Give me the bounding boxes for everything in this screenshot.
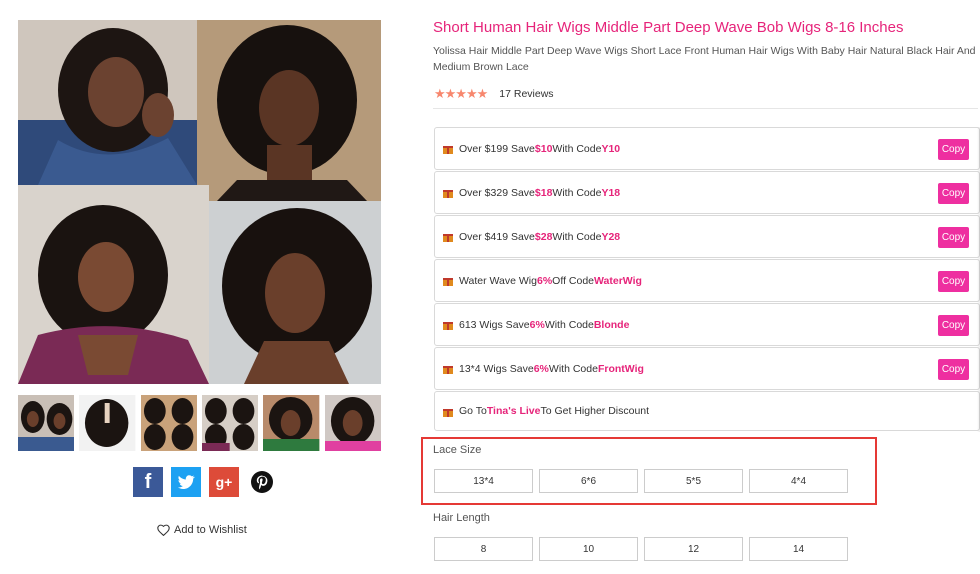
- heart-icon: [157, 524, 170, 536]
- photo-woman-purple-top: [18, 185, 209, 384]
- thumbnail-4[interactable]: [201, 395, 259, 451]
- live-promo-item: Go To Tina's Live To Get Higher Discount: [434, 391, 980, 431]
- coupon-amount: $28: [534, 230, 553, 243]
- lace-size-option[interactable]: 4*4: [749, 469, 848, 493]
- gift-icon: [443, 146, 453, 154]
- gift-icon: [443, 322, 453, 330]
- coupon-item: Over $199 Save $10 With Code Y10 Copy: [434, 127, 980, 170]
- thumbnail-3[interactable]: [140, 395, 197, 451]
- product-main-image[interactable]: [18, 20, 381, 384]
- google-plus-icon[interactable]: g+: [209, 467, 239, 497]
- reviews-link[interactable]: 17 Reviews: [499, 88, 553, 100]
- copy-code-button[interactable]: Copy: [938, 139, 969, 160]
- gift-icon: [443, 366, 453, 374]
- coupon-amount: $18: [534, 186, 553, 199]
- twitter-icon[interactable]: [171, 467, 201, 497]
- coupon-amount: 6%: [533, 362, 549, 375]
- coupon-code: Y10: [601, 142, 621, 155]
- rating-row: ★★★★★ 17 Reviews: [434, 86, 554, 102]
- coupon-text-pre: 13*4 Wigs Save: [459, 362, 534, 375]
- tinas-live-link[interactable]: Tina's Live: [487, 405, 541, 417]
- lace-size-option[interactable]: 13*4: [434, 469, 533, 493]
- coupon-text-mid: With Code: [552, 230, 602, 243]
- copy-code-button[interactable]: Copy: [938, 183, 969, 204]
- copy-code-button[interactable]: Copy: [938, 227, 969, 248]
- lace-size-option[interactable]: 5*5: [644, 469, 743, 493]
- coupon-item: Over $419 Save $28 With Code Y28 Copy: [434, 215, 980, 258]
- product-subtitle: Yolissa Hair Middle Part Deep Wave Wigs …: [433, 45, 976, 73]
- photo-woman-smiling-curls: [209, 201, 381, 384]
- coupon-amount: 6%: [536, 274, 553, 287]
- coupon-list: Over $199 Save $10 With Code Y10 Copy Ov…: [434, 127, 980, 432]
- coupon-item: 13*4 Wigs Save 6% With Code FrontWig Cop…: [434, 347, 980, 390]
- copy-code-button[interactable]: Copy: [938, 359, 969, 380]
- product-title: Short Human Hair Wigs Middle Part Deep W…: [433, 19, 904, 36]
- facebook-icon[interactable]: f: [133, 467, 163, 497]
- coupon-text-mid: With Code: [548, 362, 598, 375]
- photo-woman-black-dress: [197, 20, 381, 201]
- photo-woman-blue-sweater: [18, 20, 197, 185]
- thumbnail-1[interactable]: [18, 395, 75, 451]
- coupon-code: Blonde: [593, 318, 630, 331]
- add-to-wishlist-link[interactable]: Add to Wishlist: [157, 524, 247, 536]
- thumbnail-strip: [18, 395, 381, 451]
- coupon-amount: 6%: [529, 318, 545, 331]
- lace-size-option[interactable]: 6*6: [539, 469, 638, 493]
- gift-icon: [443, 408, 453, 417]
- coupon-text-mid: With Code: [552, 142, 602, 155]
- coupon-code: Y18: [601, 186, 621, 199]
- coupon-text-mid: With Code: [552, 186, 602, 199]
- coupon-text-pre: 613 Wigs Save: [459, 318, 530, 331]
- hair-length-option[interactable]: 14: [749, 537, 848, 561]
- coupon-text-mid: Off Code: [552, 274, 595, 287]
- divider: [433, 108, 978, 109]
- coupon-item: Over $329 Save $18 With Code Y18 Copy: [434, 171, 980, 214]
- hair-length-label: Hair Length: [433, 512, 490, 524]
- live-promo-post: To Get Higher Discount: [540, 405, 650, 417]
- coupon-item: Water Wave Wig 6% Off Code WaterWig Copy: [434, 259, 980, 302]
- hair-length-option[interactable]: 10: [539, 537, 638, 561]
- thumbnail-5[interactable]: [263, 395, 320, 451]
- coupon-text-pre: Over $419 Save: [459, 230, 535, 243]
- rating-stars-icon: ★★★★★: [434, 86, 488, 101]
- hair-length-options: 8 10 12 14: [434, 537, 848, 561]
- copy-code-button[interactable]: Copy: [938, 271, 969, 292]
- gift-icon: [443, 190, 453, 198]
- gift-icon: [443, 234, 453, 242]
- lace-size-options: 13*4 6*6 5*5 4*4: [434, 469, 848, 493]
- coupon-code: Y28: [601, 230, 621, 243]
- coupon-amount: $10: [534, 142, 553, 155]
- thumbnail-6[interactable]: [324, 395, 381, 451]
- lace-size-label: Lace Size: [433, 444, 482, 456]
- live-promo-pre: Go To: [459, 405, 487, 417]
- hair-length-option[interactable]: 8: [434, 537, 533, 561]
- gift-icon: [443, 278, 453, 286]
- coupon-text-pre: Over $329 Save: [459, 186, 535, 199]
- thumbnail-2[interactable]: [79, 395, 136, 451]
- copy-code-button[interactable]: Copy: [938, 315, 969, 336]
- coupon-text-pre: Over $199 Save: [459, 142, 535, 155]
- hair-length-option[interactable]: 12: [644, 537, 743, 561]
- coupon-item: 613 Wigs Save 6% With Code Blonde Copy: [434, 303, 980, 346]
- coupon-code: WaterWig: [594, 274, 642, 287]
- coupon-text-pre: Water Wave Wig: [459, 274, 537, 287]
- coupon-text-mid: With Code: [544, 318, 594, 331]
- wishlist-label: Add to Wishlist: [174, 524, 247, 536]
- social-share-bar: f g+: [133, 467, 277, 497]
- coupon-code: FrontWig: [597, 362, 644, 375]
- pinterest-icon[interactable]: [247, 467, 277, 497]
